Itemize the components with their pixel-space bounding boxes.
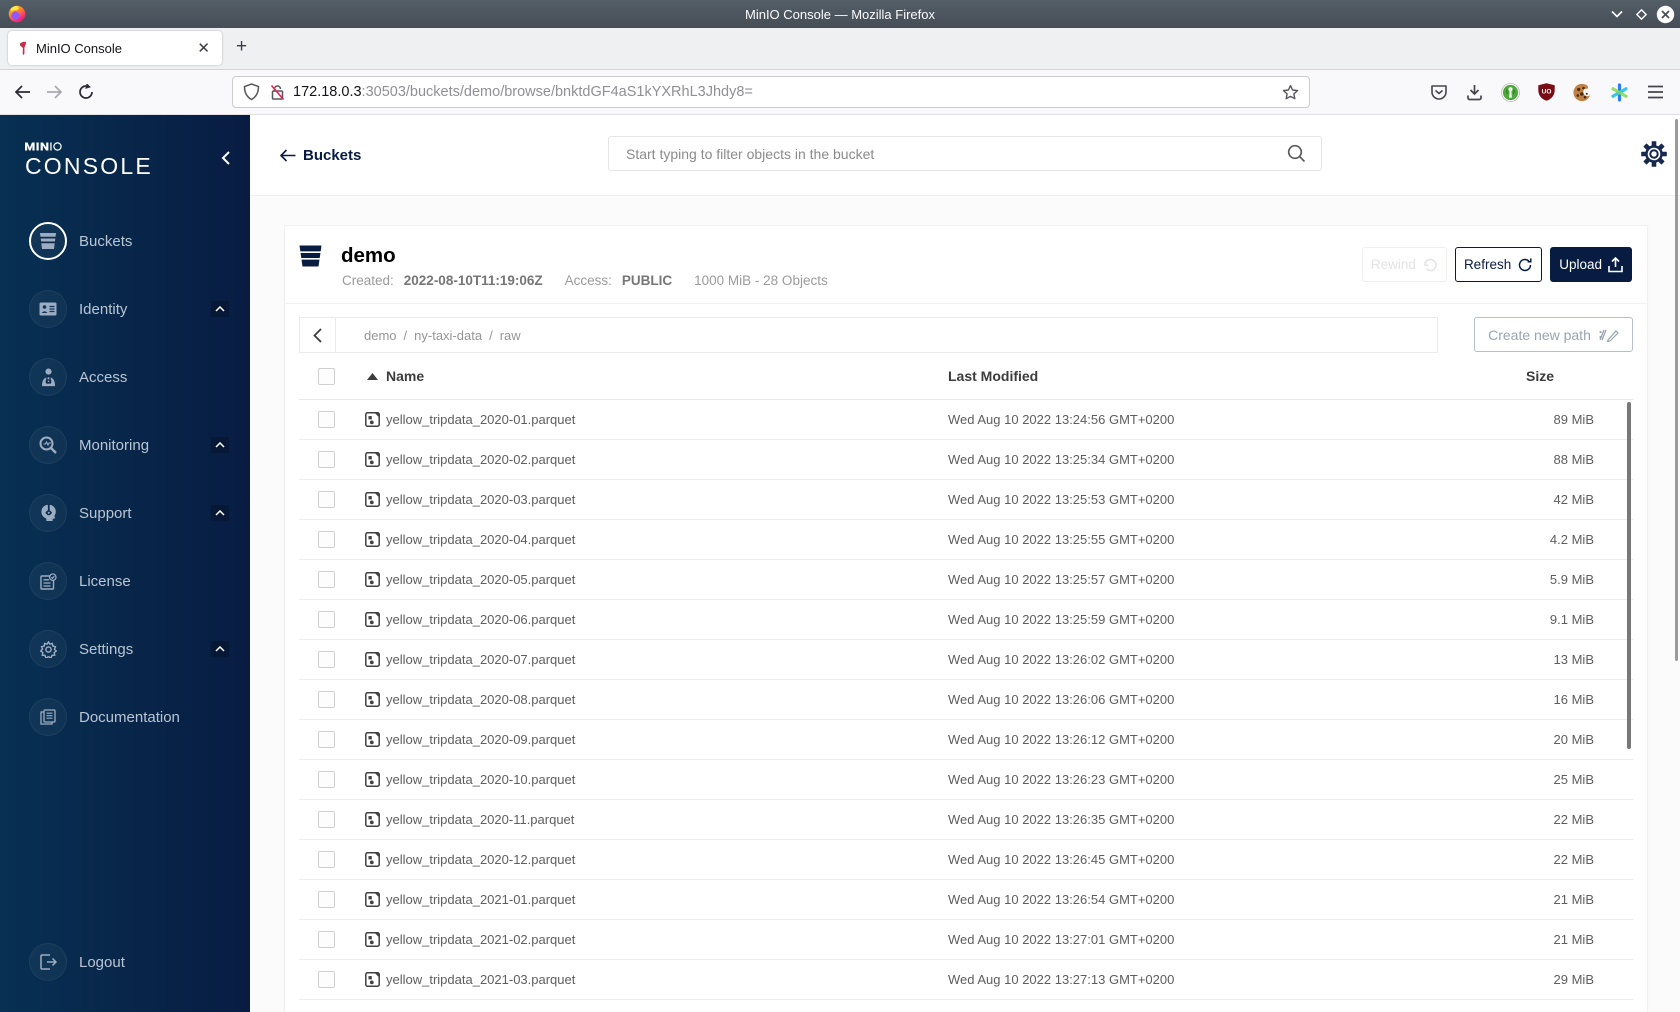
- svg-text:UO: UO: [1542, 89, 1552, 96]
